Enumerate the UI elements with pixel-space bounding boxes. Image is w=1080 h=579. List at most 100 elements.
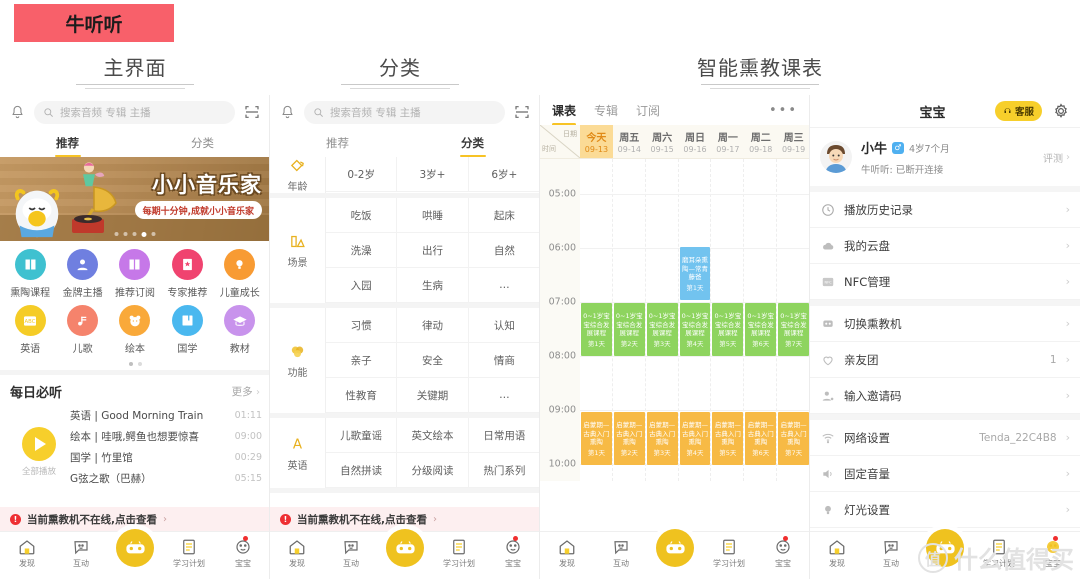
category-cell[interactable]: 吃饭 (326, 198, 398, 233)
row-fixed-volume[interactable]: 固定音量 › (810, 456, 1080, 492)
category-cell[interactable]: 生病 (397, 268, 469, 303)
bell-icon[interactable] (280, 104, 295, 120)
nav-item-plan[interactable]: 学习计划 (162, 537, 216, 569)
shortcut-item[interactable]: 儿童成长 (214, 249, 266, 299)
grid-dot[interactable] (137, 362, 142, 366)
tab-category[interactable]: 分类 (135, 129, 270, 157)
category-cell[interactable]: 入园 (326, 268, 398, 303)
schedule-event[interactable]: 0~1岁宝宝综合发展课程 第2天 (613, 303, 645, 356)
category-cell[interactable]: 起床 (468, 198, 540, 233)
tab-recommend[interactable]: 推荐 (270, 129, 405, 157)
banner-dot-active[interactable] (141, 232, 147, 237)
banner-dot[interactable] (114, 232, 119, 236)
category-cell[interactable]: … (468, 268, 540, 303)
category-cell[interactable]: 情商 (468, 343, 540, 378)
list-item[interactable]: 英语 | Good Morning Train 01:11 (70, 405, 262, 426)
schedule-event[interactable]: 磨耳朵熏陶—常青藤爸 第1天 (679, 247, 711, 300)
shortcut-item[interactable]: 金牌主播 (56, 249, 108, 299)
day-column-header[interactable]: 周日 09-16 (679, 125, 712, 158)
search-input[interactable]: 搜索音频 专辑 主播 (34, 100, 235, 124)
nav-item-interact[interactable]: 互动 (54, 537, 108, 569)
nav-item-discover[interactable]: 发现 (0, 537, 54, 569)
category-cell[interactable]: 0-2岁 (326, 157, 398, 192)
scan-icon[interactable] (244, 104, 260, 120)
row-play-history[interactable]: 播放历史记录 › (810, 192, 1080, 228)
category-cell[interactable]: 关键期 (397, 378, 469, 413)
play-all-button[interactable]: 全部播放 (8, 405, 70, 489)
daily-more-link[interactable]: 更多 › (232, 384, 260, 399)
tab-schedule[interactable]: 课表 (552, 102, 577, 126)
category-cell[interactable]: 英文绘本 (397, 418, 469, 453)
schedule-event[interactable]: 0~1岁宝宝综合发展课程 第4天 (679, 303, 711, 356)
nav-item-interact[interactable]: 互动 (324, 537, 378, 569)
grid-pagination[interactable] (0, 357, 270, 370)
shortcut-item[interactable]: 熏陶课程 (4, 249, 56, 299)
nav-item-discover[interactable]: 发现 (540, 537, 594, 569)
category-cell[interactable]: 亲子 (326, 343, 398, 378)
schedule-event[interactable]: 启蒙期—古典入门熏陶 第4天 (679, 412, 711, 465)
category-cell[interactable]: 6岁+ (468, 157, 540, 192)
tab-subscription[interactable]: 订阅 (636, 102, 660, 119)
category-cell[interactable]: 热门系列 (468, 453, 540, 488)
evaluation-link[interactable]: 评测 › (1043, 150, 1070, 165)
schedule-event[interactable]: 启蒙期—古典入门熏陶 第7天 (778, 412, 809, 465)
category-cell[interactable]: 日常用语 (468, 418, 540, 453)
tab-album[interactable]: 专辑 (594, 102, 618, 119)
row-invite-code[interactable]: 输入邀请码 › (810, 378, 1080, 414)
schedule-event[interactable]: 启蒙期—古典入门熏陶 第1天 (581, 412, 612, 465)
nav-item-plan[interactable]: 学习计划 (702, 537, 756, 569)
schedule-event[interactable]: 0~1岁宝宝综合发展课程 第1天 (581, 303, 612, 356)
nav-item-baby[interactable]: 宝宝 (756, 536, 810, 569)
nav-item-baby[interactable]: 宝宝 (216, 536, 270, 569)
shortcut-item[interactable]: 教材 (214, 305, 266, 355)
category-cell[interactable]: … (468, 378, 540, 413)
shortcut-item[interactable]: 儿歌 (56, 305, 108, 355)
nav-item-discover[interactable]: 发现 (270, 537, 324, 569)
bell-icon[interactable] (10, 104, 25, 120)
schedule-event[interactable]: 0~1岁宝宝综合发展课程 第3天 (646, 303, 678, 356)
category-cell[interactable]: 安全 (397, 343, 469, 378)
category-cell[interactable]: 性教育 (326, 378, 398, 413)
list-item[interactable]: 绘本 | 哇哦,鳄鱼也想要惊喜 09:00 (70, 426, 262, 447)
schedule-event[interactable]: 0~1岁宝宝综合发展课程 第7天 (778, 303, 809, 356)
nav-item-baby[interactable]: 宝宝 (1026, 536, 1080, 569)
banner-dots[interactable] (114, 232, 156, 237)
nav-item-baby[interactable]: 宝宝 (486, 536, 540, 569)
row-family-group[interactable]: 亲友团 1 › (810, 342, 1080, 378)
banner-dot[interactable] (123, 232, 128, 236)
category-cell[interactable]: 自然 (468, 233, 540, 268)
list-item[interactable]: G弦之歌（巴赫） 05:15 (70, 468, 262, 489)
schedule-event[interactable]: 启蒙期—古典入门熏陶 第3天 (646, 412, 678, 465)
day-column-header[interactable]: 周二 09-18 (744, 125, 777, 158)
nav-item-interact[interactable]: 互动 (864, 537, 918, 569)
category-cell[interactable]: 洗澡 (326, 233, 398, 268)
category-cell[interactable]: 分级阅读 (397, 453, 469, 488)
schedule-event[interactable]: 启蒙期—古典入门熏陶 第5天 (712, 412, 744, 465)
shortcut-item[interactable]: 推荐订阅 (109, 249, 161, 299)
baby-profile-card[interactable]: 小牛 ♂ 4岁7个月 牛听听: 已断开连接 评测 › (810, 127, 1080, 186)
nav-item-interact[interactable]: 互动 (594, 537, 648, 569)
category-cell[interactable]: 出行 (397, 233, 469, 268)
nav-item-plan[interactable]: 学习计划 (972, 537, 1026, 569)
nav-item-device[interactable] (648, 529, 702, 567)
grid-dot-active[interactable] (128, 362, 133, 366)
shortcut-item[interactable]: 绘本 (109, 305, 161, 355)
category-cell[interactable]: 3岁+ (397, 157, 469, 192)
nav-item-discover[interactable]: 发现 (810, 537, 864, 569)
category-cell[interactable]: 认知 (468, 308, 540, 343)
day-column-header-today[interactable]: 今天 09-13 (580, 125, 613, 158)
shortcut-item[interactable]: ABC 英语 (4, 305, 56, 355)
day-column-header[interactable]: 周一 09-17 (711, 125, 744, 158)
schedule-event[interactable]: 0~1岁宝宝综合发展课程 第6天 (745, 303, 777, 356)
row-light-settings[interactable]: 灯光设置 › (810, 492, 1080, 528)
schedule-body[interactable]: 05:00 06:00 07:00 08:00 09:00 10:00 磨耳朵熏… (540, 159, 810, 481)
nav-item-plan[interactable]: 学习计划 (432, 537, 486, 569)
schedule-event[interactable]: 启蒙期—古典入门熏陶 第2天 (613, 412, 645, 465)
nav-item-device[interactable] (918, 529, 972, 567)
day-column-header[interactable]: 周五 09-14 (613, 125, 646, 158)
shortcut-item[interactable]: 专家推荐 (161, 249, 213, 299)
offline-alert-bar[interactable]: ! 当前熏教机不在线,点击查看 › (0, 507, 270, 531)
row-nfc[interactable]: NFC NFC管理 › (810, 264, 1080, 300)
shortcut-item[interactable]: 国学 (161, 305, 213, 355)
row-switch-device[interactable]: 切换熏教机 › (810, 306, 1080, 342)
